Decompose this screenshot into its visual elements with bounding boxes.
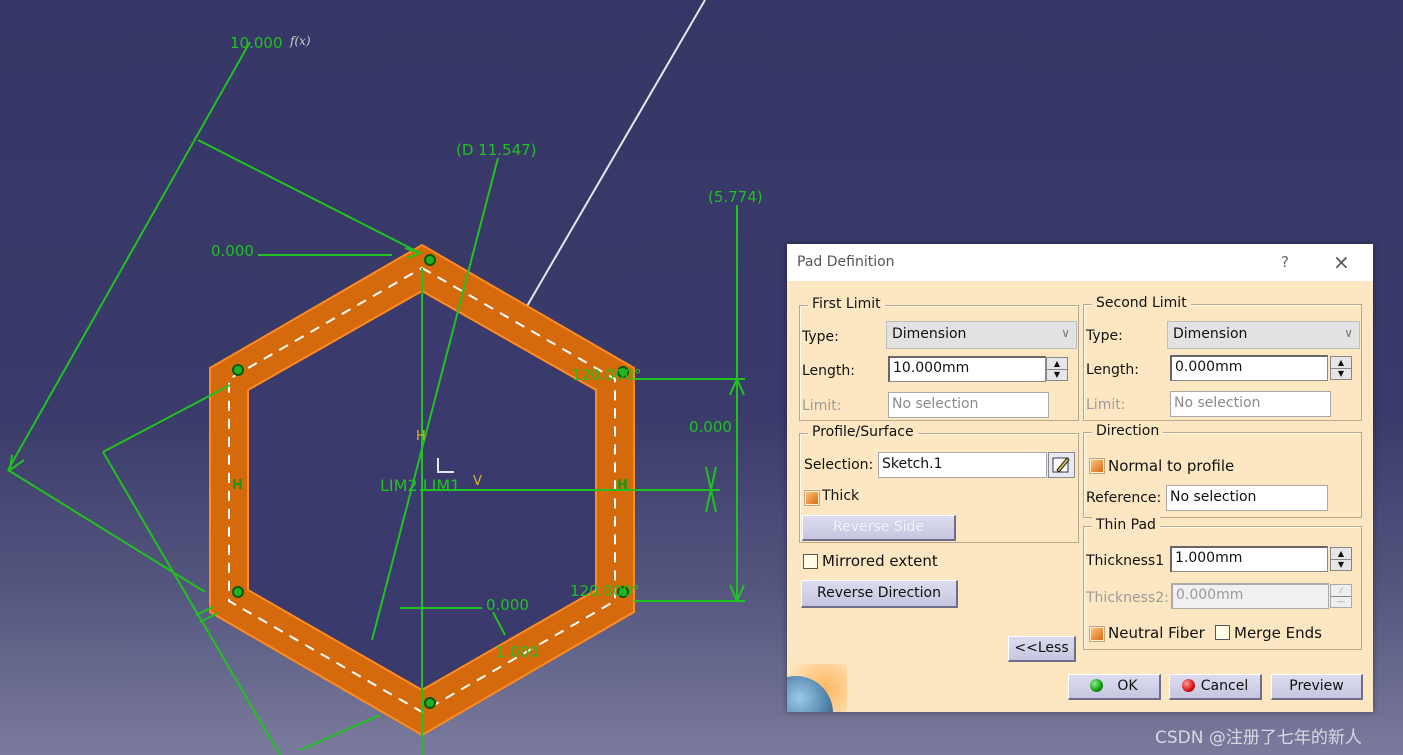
- profile-surface-group: Profile/Surface Selection: Sketch.1 Thic…: [799, 424, 1079, 543]
- chevron-down-icon: ∨: [1344, 326, 1353, 340]
- direction-title: Direction: [1092, 423, 1164, 439]
- second-length-label: Length:: [1086, 362, 1140, 378]
- second-type-value: Dimension: [1173, 326, 1248, 342]
- axis-v-label: V: [473, 474, 482, 489]
- thick-checkbox[interactable]: [805, 491, 819, 505]
- first-limit-title: First Limit: [808, 296, 885, 312]
- first-length-input[interactable]: 10.000mm: [888, 356, 1046, 382]
- first-limit-input[interactable]: No selection: [888, 392, 1049, 418]
- first-type-value: Dimension: [892, 326, 967, 342]
- spin-down-icon[interactable]: ▼: [1047, 369, 1067, 380]
- coincidence-icon: [232, 364, 244, 376]
- reverse-direction-button[interactable]: Reverse Direction: [801, 580, 958, 608]
- axis-h-label: H: [416, 429, 426, 444]
- coincidence-icon: [424, 697, 436, 709]
- thickness1-input[interactable]: 1.000mm: [1170, 546, 1328, 572]
- thickness2-input[interactable]: 0.000mm: [1171, 583, 1329, 609]
- less-button[interactable]: <<Less: [1008, 636, 1076, 662]
- merge-ends-checkbox[interactable]: [1215, 625, 1230, 640]
- direction-group: Direction Normal to profile Reference: N…: [1083, 423, 1362, 518]
- first-length-label: Length:: [802, 363, 856, 379]
- first-type-label: Type:: [802, 329, 839, 345]
- angle-lower-right[interactable]: 120.000°: [570, 582, 640, 600]
- first-limit-label: Limit:: [802, 398, 842, 414]
- second-limit-label: Limit:: [1086, 397, 1126, 413]
- first-type-select[interactable]: Dimension ∨: [886, 321, 1077, 349]
- mirrored-extent-label: Mirrored extent: [822, 552, 938, 570]
- globe-logo-icon: [787, 664, 847, 712]
- reverse-side-button[interactable]: Reverse Side: [802, 515, 956, 541]
- second-type-label: Type:: [1086, 328, 1123, 344]
- second-limit-title: Second Limit: [1092, 295, 1191, 311]
- dimension-height-ref[interactable]: (5.774): [708, 188, 763, 206]
- dimension-offset-bottom[interactable]: 0.000: [486, 596, 529, 614]
- reference-input[interactable]: No selection: [1166, 485, 1328, 511]
- thickness2-label: Thickness2:: [1086, 590, 1169, 606]
- first-length-spinner[interactable]: ▲ ▼: [1046, 357, 1068, 381]
- horizontal-constraint-left: H: [232, 478, 243, 493]
- chevron-down-icon: ∨: [1061, 326, 1070, 340]
- profile-surface-title: Profile/Surface: [808, 424, 918, 440]
- formula-icon: f(x): [289, 34, 311, 48]
- spin-down-icon[interactable]: —: [1331, 596, 1351, 607]
- neutral-fiber-label: Neutral Fiber: [1108, 624, 1205, 642]
- angle-upper-right[interactable]: 120.000°: [572, 366, 642, 384]
- dimension-offset-right[interactable]: 0.000: [689, 418, 732, 436]
- neutral-fiber-checkbox[interactable]: [1090, 627, 1104, 641]
- limit-labels: LIM2 LIM1: [380, 476, 460, 495]
- green-ball-icon: [1090, 679, 1104, 692]
- thick-label: Thick: [822, 488, 860, 504]
- ok-button[interactable]: OK: [1068, 674, 1161, 700]
- mirrored-extent-checkbox[interactable]: [803, 554, 818, 569]
- watermark-text: CSDN @注册了七年的新人: [1155, 728, 1362, 748]
- thin-pad-title: Thin Pad: [1092, 517, 1160, 533]
- second-limit-group: Second Limit Type: Dimension ∨ Length: 0…: [1083, 295, 1362, 421]
- normal-to-profile-checkbox[interactable]: [1090, 459, 1104, 473]
- reference-label: Reference:: [1086, 490, 1162, 506]
- dimension-diameter[interactable]: (D 11.547): [456, 141, 537, 159]
- preview-button[interactable]: Preview: [1271, 674, 1363, 700]
- dimension-offset-top[interactable]: 0.000: [211, 242, 254, 260]
- thickness2-spinner[interactable]: ⁄ —: [1330, 584, 1352, 608]
- dimension-length-top[interactable]: 10.000: [230, 34, 283, 52]
- merge-ends-label: Merge Ends: [1234, 624, 1322, 642]
- second-limit-input[interactable]: No selection: [1170, 391, 1331, 417]
- dimension-thickness[interactable]: 1.000: [496, 643, 539, 661]
- second-type-select[interactable]: Dimension ∨: [1167, 321, 1360, 349]
- selection-label: Selection:: [804, 457, 874, 473]
- spin-down-icon[interactable]: ▼: [1331, 368, 1351, 379]
- selection-input[interactable]: Sketch.1: [878, 452, 1047, 478]
- help-button[interactable]: ?: [1281, 253, 1289, 271]
- thin-pad-group: Thin Pad Thickness1 1.000mm ▲ ▼ Thicknes…: [1083, 517, 1362, 650]
- sketch-edit-icon: [1052, 457, 1070, 473]
- thickness1-label: Thickness1: [1086, 553, 1165, 569]
- dialog-titlebar[interactable]: Pad Definition ? ×: [787, 244, 1373, 281]
- normal-to-profile-label: Normal to profile: [1108, 457, 1235, 475]
- second-length-input[interactable]: 0.000mm: [1170, 355, 1328, 381]
- pad-definition-dialog: Pad Definition ? × First Limit Type: Dim…: [787, 244, 1373, 712]
- red-ball-icon: [1181, 679, 1195, 692]
- spin-down-icon[interactable]: ▼: [1331, 559, 1351, 570]
- close-button[interactable]: ×: [1333, 250, 1350, 274]
- coincidence-icon: [232, 586, 244, 598]
- thickness1-spinner[interactable]: ▲ ▼: [1330, 547, 1352, 571]
- dialog-title: Pad Definition: [797, 254, 895, 270]
- second-length-spinner[interactable]: ▲ ▼: [1330, 356, 1352, 380]
- cancel-button[interactable]: Cancel: [1169, 674, 1262, 700]
- cancel-label: Cancel: [1200, 678, 1249, 694]
- coincidence-icon: [424, 254, 436, 266]
- sketch-edit-button[interactable]: [1048, 452, 1075, 478]
- first-limit-group: First Limit Type: Dimension ∨ Length: 10…: [799, 296, 1079, 421]
- ok-label: OK: [1117, 678, 1138, 694]
